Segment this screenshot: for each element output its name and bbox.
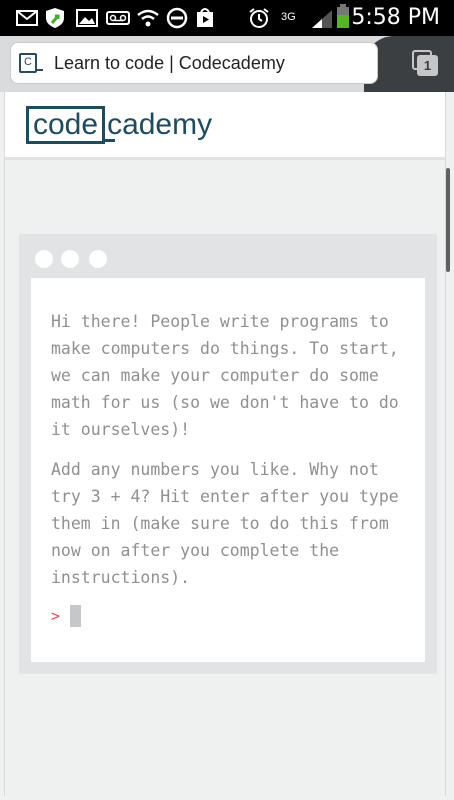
- window-dot-icon: [35, 250, 53, 268]
- mail-icon: [16, 8, 38, 28]
- alarm-icon: [248, 8, 270, 28]
- terminal-window: Hi there! People write programs to make …: [19, 234, 437, 674]
- voicemail-icon: [106, 8, 130, 28]
- instruction-paragraph-2: Add any numbers you like. Why not try 3 …: [51, 460, 399, 587]
- prompt-symbol: >: [51, 606, 61, 625]
- terminal-console[interactable]: Hi there! People write programs to make …: [31, 278, 425, 662]
- play-store-icon: [194, 8, 216, 28]
- site-header: code cademy: [5, 92, 445, 160]
- tab-switcher-button[interactable]: 1: [412, 50, 438, 76]
- codecademy-favicon: C: [19, 53, 43, 73]
- page-scrollbar[interactable]: [446, 168, 450, 272]
- battery-icon: [336, 4, 350, 28]
- status-bar: 3G 5:58 PM: [0, 0, 454, 36]
- network-type-label: 3G: [281, 11, 296, 23]
- logo-rest-text: cademy: [105, 108, 213, 142]
- tab-count: 1: [417, 55, 438, 76]
- signal-icon: [310, 8, 334, 28]
- do-not-disturb-icon: [166, 7, 188, 29]
- wifi-icon: [136, 8, 160, 28]
- logo-boxed-text: code: [26, 106, 106, 144]
- window-dot-icon: [61, 250, 79, 268]
- image-icon: [76, 8, 98, 28]
- shield-icon: [44, 8, 66, 28]
- browser-toolbar: C Learn to code | Codecademy 1: [0, 36, 454, 92]
- text-cursor: [70, 605, 82, 627]
- page-title: Learn to code | Codecademy: [54, 52, 285, 73]
- window-dot-icon: [89, 250, 107, 268]
- clock: 5:58 PM: [351, 5, 440, 30]
- address-bar[interactable]: C Learn to code | Codecademy: [10, 42, 378, 84]
- codecademy-logo[interactable]: code cademy: [26, 106, 212, 144]
- web-page: code cademy Hi there! People write progra…: [4, 92, 446, 796]
- console-input-line[interactable]: >: [51, 604, 405, 628]
- instruction-paragraph-1: Hi there! People write programs to make …: [51, 312, 399, 439]
